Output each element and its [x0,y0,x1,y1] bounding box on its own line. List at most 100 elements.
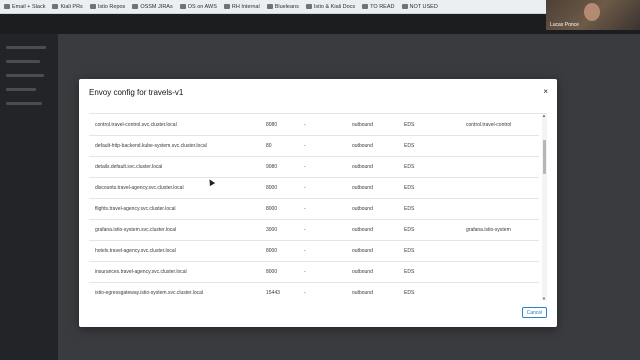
participant-name: Lucas Ponce [550,22,579,28]
bookmark-label: Email + Slack [12,3,46,10]
video-tile: Lucas Ponce [546,0,640,30]
table-cell: 3000 [266,227,278,233]
table-cell: insurances.travel-agency.svc.cluster.loc… [95,269,187,275]
table-cell: EDS [404,290,415,296]
table-cell: control.travel-control.svc.cluster.local [95,122,177,128]
modal-title: Envoy config for travels-v1 [89,88,184,97]
table-cell: - [304,227,306,233]
table-cell: - [304,185,306,191]
table-row: flights.travel-agency.svc.cluster.local 8… [89,198,539,220]
table-cell: - [304,164,306,170]
table-cell: 8080 [266,122,278,128]
folder-icon [89,4,96,9]
bookmark-item[interactable]: Istio Repos [89,3,126,10]
bookmark-item[interactable]: OS on AWS [179,3,217,10]
bookmark-label: OSSM JIRAs [140,3,173,10]
table-cell: outbound [352,185,373,191]
bookmark-label: NOT USED [409,3,438,10]
table-row: control.travel-control.svc.cluster.local… [89,114,539,136]
bookmark-label: Istio Repos [97,3,126,10]
bookmark-item[interactable]: Kiali PRs [52,3,83,10]
app-header [0,14,640,34]
table-cell: - [304,248,306,254]
table-cell: default-http-backend.kube-system.svc.clu… [95,143,207,149]
table-cell: outbound [352,122,373,128]
table-cell: EDS [404,227,415,233]
table-cell: outbound [352,143,373,149]
bookmark-item[interactable]: OSSM JIRAs [132,3,173,10]
app-sidebar [0,34,58,360]
table-row: insurances.travel-agency.svc.cluster.loc… [89,261,539,283]
bookmark-label: Blueleans [274,3,299,10]
table-cell: istio-egressgateway.istio-system.svc.clu… [95,290,203,296]
folder-icon [52,4,59,9]
table-cell: outbound [352,269,373,275]
bookmark-item[interactable]: Blueleans [266,3,299,10]
bookmark-item[interactable]: TO READ [362,3,395,10]
table-cell: 8000 [266,206,278,212]
table-cell: - [304,122,306,128]
table-cell: details.default.svc.cluster.local [95,164,163,170]
table-cell: EDS [404,269,415,275]
table-row: hotels.travel-agency.svc.cluster.local 80… [89,240,539,262]
folder-icon [4,4,10,9]
scroll-down-icon[interactable]: ▼ [542,297,546,301]
envoy-config-modal: Envoy config for travels-v1 × control.tr… [79,79,557,327]
table-cell: outbound [352,227,373,233]
folder-icon [132,4,139,9]
clusters-table: control.travel-control.svc.cluster.local… [89,113,547,301]
close-icon[interactable]: × [543,87,548,96]
table-row: default-http-backend.kube-system.svc.clu… [89,135,539,157]
table-cell: outbound [352,290,373,296]
bookmark-label: TO READ [370,3,395,10]
table-cell: - [304,143,306,149]
table-cell: grafana.istio-system [466,227,511,233]
table-cell: 80 [266,143,272,149]
table-cell: control.travel-control [466,122,512,128]
bookmark-item[interactable]: NOT USED [401,3,438,10]
folder-icon [179,4,186,9]
cancel-button[interactable]: Cancel [522,307,547,318]
table-row: grafana.istio-system.svc.cluster.local 30… [89,219,539,241]
bookmark-item[interactable]: Istio & Kiali Docs [305,3,356,10]
folder-icon [223,4,230,9]
table-cell: EDS [404,248,415,254]
table-cell: 9080 [266,164,278,170]
table-cell: grafana.istio-system.svc.cluster.local [95,227,177,233]
participant-avatar [584,3,600,21]
table-cell: EDS [404,122,415,128]
table-cell: 15443 [266,290,280,296]
bookmark-label: Istio & Kiali Docs [313,3,356,10]
table-cell: - [304,290,306,296]
table-cell: - [304,269,306,275]
table-cell: flights.travel-agency.svc.cluster.local [95,206,176,212]
table-cell: EDS [404,206,415,212]
scroll-thumb[interactable] [543,140,546,174]
table-cell: EDS [404,164,415,170]
folder-icon [305,4,312,9]
folder-icon [401,4,408,9]
table-row: discounts.travel-agency.svc.cluster.loca… [89,177,539,199]
table-row: details.default.svc.cluster.local 9080 - ou… [89,156,539,178]
bookmark-label: Kiali PRs [60,3,83,10]
table-scrollbar[interactable]: ▲ ▼ [542,114,547,301]
table-cell: 8000 [266,248,278,254]
table-cell: hotels.travel-agency.svc.cluster.local [95,248,176,254]
table-cell: 8000 [266,269,278,275]
folder-icon [362,4,369,9]
table-cell: outbound [352,164,373,170]
table-cell: outbound [352,206,373,212]
bookmark-item[interactable]: RH Internal [223,3,260,10]
table-cell: discounts.travel-agency.svc.cluster.loca… [95,185,184,191]
bookmark-label: RH Internal [231,3,260,10]
folder-icon [266,4,273,9]
bookmark-label: OS on AWS [187,3,217,10]
table-cell: - [304,206,306,212]
bookmarks-bar: Email + Slack Kiali PRs Istio Repos OSSM JI… [0,0,640,14]
table-cell: EDS [404,143,415,149]
scroll-up-icon[interactable]: ▲ [542,114,546,118]
table-cell: EDS [404,185,415,191]
table-cell: outbound [352,248,373,254]
bookmark-item[interactable]: Email + Slack [4,4,45,10]
table-row: istio-egressgateway.istio-system.svc.clu… [89,282,539,301]
